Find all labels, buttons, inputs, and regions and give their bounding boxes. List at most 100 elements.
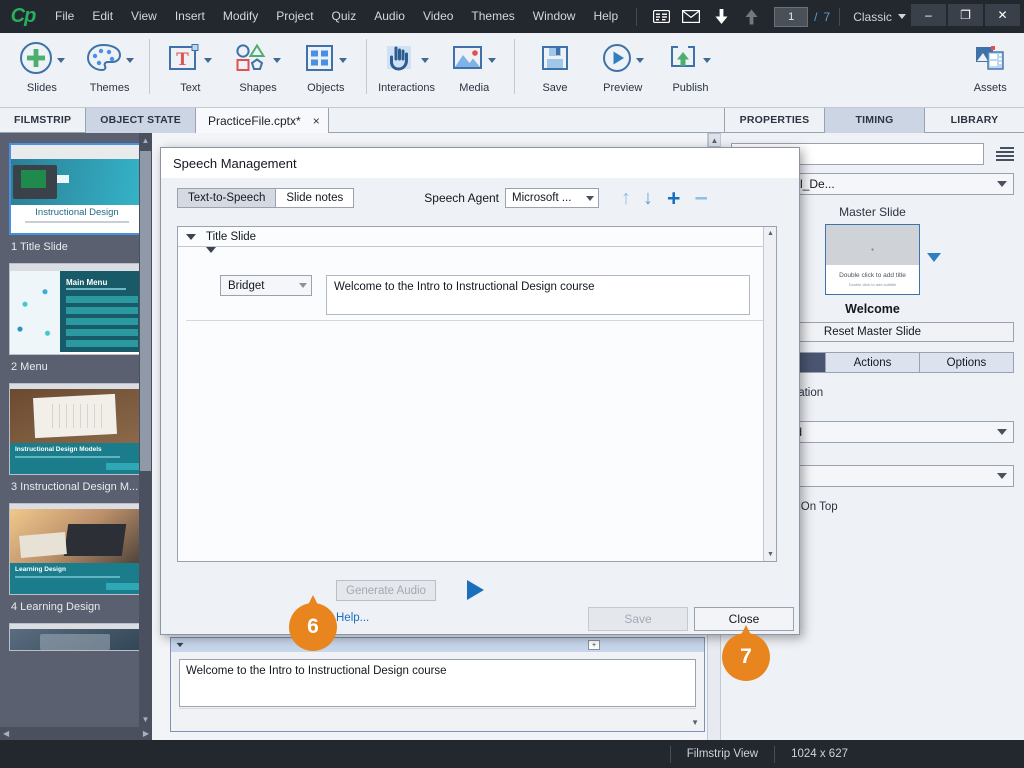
assets-icon	[974, 43, 1006, 78]
master-thumb-graphic: ●	[826, 225, 919, 265]
chevron-down-icon[interactable]	[927, 253, 941, 262]
panel-menu-icon[interactable]	[992, 147, 1014, 161]
chevron-down-icon[interactable]	[703, 57, 712, 63]
toolbar-shapes-button[interactable]: Shapes	[224, 33, 292, 105]
scroll-down-icon[interactable]: ▼	[764, 548, 776, 561]
chevron-down-icon[interactable]	[125, 57, 134, 63]
tab-timing[interactable]: TIMING	[824, 108, 924, 133]
upload-icon[interactable]	[739, 5, 763, 29]
voice-select[interactable]: Bridget	[220, 275, 312, 296]
toolbar-media-button[interactable]: Media	[440, 33, 508, 105]
toolbar-text-label: Text	[180, 82, 201, 94]
tab-filmstrip[interactable]: FILMSTRIP	[0, 108, 87, 133]
menu-project[interactable]: Project	[267, 0, 322, 33]
tab-library[interactable]: LIBRARY	[924, 108, 1024, 133]
collapse-triangle-icon[interactable]	[206, 247, 216, 270]
slide-number-input[interactable]: 1	[774, 6, 809, 27]
slide-thumbnail-4[interactable]: Learning Design	[9, 503, 145, 595]
filmstrip-scrollbar[interactable]: ▲ ▼	[139, 133, 152, 740]
speech-list-scrollbar[interactable]: ▲ ▼	[763, 227, 776, 561]
toggle-slide-notes[interactable]: Slide notes	[275, 188, 355, 208]
menu-window[interactable]: Window	[524, 0, 585, 33]
menu-audio[interactable]: Audio	[365, 0, 414, 33]
generate-audio-button[interactable]: Generate Audio	[336, 580, 436, 601]
move-up-arrow-icon[interactable]: ↑	[621, 188, 631, 208]
callout-number: 6	[307, 615, 319, 638]
play-circle-icon	[602, 43, 632, 78]
toolbar-text-button[interactable]: T Text	[156, 33, 224, 105]
speech-list-view: Title Slide Bridget Welcome to the Intro…	[177, 226, 777, 562]
scroll-up-icon[interactable]: ▲	[139, 133, 152, 147]
email-icon[interactable]	[679, 5, 703, 29]
filmstrip-horizontal-scrollbar[interactable]: ◀ ▶	[0, 727, 152, 740]
slides-icon-row	[19, 39, 65, 81]
chevron-down-icon[interactable]	[488, 57, 497, 63]
document-tab[interactable]: PracticeFile.cptx* ×	[195, 108, 329, 133]
save-button[interactable]: Save	[588, 607, 688, 631]
list-item[interactable]: Main Menu 2 Menu	[9, 263, 147, 373]
add-plus-icon[interactable]: +	[667, 186, 680, 210]
remove-minus-icon[interactable]: −	[694, 186, 707, 210]
toolbar-slides-button[interactable]: Slides	[8, 33, 76, 105]
menu-video[interactable]: Video	[414, 0, 462, 33]
speech-agent-select[interactable]: Microsoft ...	[505, 188, 599, 208]
chevron-down-icon[interactable]	[897, 14, 906, 19]
close-icon[interactable]: ×	[313, 109, 320, 133]
chevron-down-icon[interactable]	[635, 57, 644, 63]
menu-file[interactable]: File	[46, 0, 83, 33]
chevron-down-icon[interactable]	[56, 57, 65, 63]
slide-thumbnail-3[interactable]: Instructional Design Models	[9, 383, 145, 475]
toolbar-objects-button[interactable]: Objects	[292, 33, 360, 105]
menubar-divider	[636, 7, 638, 26]
help-link[interactable]: Help...	[336, 612, 369, 624]
toggle-text-to-speech[interactable]: Text-to-Speech	[177, 188, 276, 208]
maximize-icon[interactable]: ❐	[948, 4, 983, 26]
toolbar-assets-button[interactable]: Assets	[956, 33, 1024, 105]
scroll-down-icon[interactable]: ▼	[139, 712, 152, 726]
chevron-down-icon[interactable]	[338, 57, 347, 63]
minimize-icon[interactable]: –	[911, 4, 946, 26]
list-item[interactable]	[9, 623, 147, 651]
close-icon[interactable]: ✕	[985, 4, 1020, 26]
menu-quiz[interactable]: Quiz	[323, 0, 366, 33]
speech-text-input[interactable]: Welcome to the Intro to Instructional De…	[326, 275, 750, 315]
menu-edit[interactable]: Edit	[83, 0, 122, 33]
toolbar-themes-button[interactable]: Themes	[76, 33, 144, 105]
speech-group-header[interactable]: Title Slide	[178, 227, 776, 247]
toolbar-publish-button[interactable]: Publish	[657, 33, 725, 105]
collapse-triangle-icon[interactable]	[186, 233, 196, 240]
list-item[interactable]: Learning Design 4 Learning Design	[9, 503, 147, 613]
scroll-up-icon[interactable]: ▲	[764, 227, 776, 240]
closed-captioning-icon[interactable]	[649, 5, 673, 29]
media-icon-row	[452, 39, 497, 81]
slide-thumbnail-5[interactable]	[9, 623, 145, 651]
tab-object-state[interactable]: OBJECT STATE	[86, 108, 196, 133]
scroll-right-icon[interactable]: ▶	[143, 729, 149, 738]
scroll-left-icon[interactable]: ◀	[3, 729, 9, 738]
menu-themes[interactable]: Themes	[462, 0, 523, 33]
move-down-arrow-icon[interactable]: ↓	[643, 188, 653, 208]
chevron-down-icon[interactable]	[204, 57, 213, 63]
notes-scroll-down-icon[interactable]: ▼	[691, 718, 699, 727]
chevron-down-icon[interactable]	[273, 57, 282, 63]
tab-actions[interactable]: Actions	[826, 352, 920, 373]
toolbar-interactions-button[interactable]: Interactions	[373, 33, 441, 105]
download-icon[interactable]	[709, 5, 733, 29]
toolbar-preview-button[interactable]: Preview	[589, 33, 657, 105]
master-slide-thumbnail[interactable]: ● Double click to add title Double click…	[825, 224, 941, 295]
workspace-selector-label[interactable]: Classic	[853, 10, 892, 24]
scrollbar-thumb[interactable]	[140, 151, 151, 471]
list-item[interactable]: Instructional Design 1 Title Slide	[9, 143, 147, 253]
menu-view[interactable]: View	[122, 0, 166, 33]
tab-options[interactable]: Options	[920, 352, 1014, 373]
list-item[interactable]: Instructional Design Models 3 Instructio…	[9, 383, 147, 493]
slide-thumbnail-2[interactable]: Main Menu	[9, 263, 145, 355]
toolbar-save-button[interactable]: Save	[521, 33, 589, 105]
menu-modify[interactable]: Modify	[214, 0, 267, 33]
menu-insert[interactable]: Insert	[166, 0, 214, 33]
menu-help[interactable]: Help	[584, 0, 627, 33]
play-triangle-icon[interactable]	[467, 580, 484, 600]
slide-thumbnail-1[interactable]: Instructional Design	[9, 143, 145, 235]
tab-properties[interactable]: PROPERTIES	[724, 108, 824, 133]
chevron-down-icon[interactable]	[420, 57, 429, 63]
